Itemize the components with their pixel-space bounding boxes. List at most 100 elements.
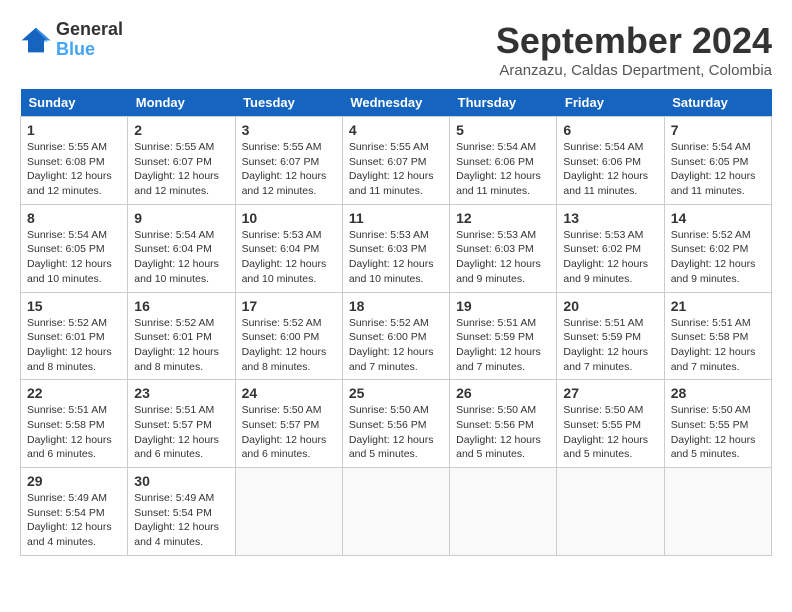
day-number: 6 bbox=[563, 122, 657, 138]
day-number: 20 bbox=[563, 298, 657, 314]
day-detail: Sunrise: 5:55 AMSunset: 6:07 PMDaylight:… bbox=[242, 140, 336, 199]
day-detail: Sunrise: 5:53 AMSunset: 6:03 PMDaylight:… bbox=[349, 228, 443, 287]
header-friday: Friday bbox=[557, 89, 664, 117]
day-detail: Sunrise: 5:51 AMSunset: 5:58 PMDaylight:… bbox=[671, 316, 765, 375]
day-number: 9 bbox=[134, 210, 228, 226]
day-detail: Sunrise: 5:54 AMSunset: 6:05 PMDaylight:… bbox=[671, 140, 765, 199]
calendar-cell: 23 Sunrise: 5:51 AMSunset: 5:57 PMDayligh… bbox=[128, 380, 235, 468]
calendar-cell: 14Sunrise: 5:52 AMSunset: 6:02 PMDayligh… bbox=[664, 204, 771, 292]
calendar-cell: 24 Sunrise: 5:50 AMSunset: 5:57 PMDayligh… bbox=[235, 380, 342, 468]
calendar-cell: 25 Sunrise: 5:50 AMSunset: 5:56 PMDayligh… bbox=[342, 380, 449, 468]
header-monday: Monday bbox=[128, 89, 235, 117]
day-detail: Sunrise: 5:49 AMSunset: 5:54 PMDaylight:… bbox=[27, 491, 121, 550]
day-number: 13 bbox=[563, 210, 657, 226]
calendar-cell: 30 Sunrise: 5:49 AMSunset: 5:54 PMDayligh… bbox=[128, 468, 235, 556]
day-detail: Sunrise: 5:50 AMSunset: 5:55 PMDaylight:… bbox=[671, 403, 765, 462]
calendar-cell: 19 Sunrise: 5:51 AMSunset: 5:59 PMDayligh… bbox=[450, 292, 557, 380]
day-detail: Sunrise: 5:49 AMSunset: 5:54 PMDaylight:… bbox=[134, 491, 228, 550]
calendar-cell: 28 Sunrise: 5:50 AMSunset: 5:55 PMDayligh… bbox=[664, 380, 771, 468]
calendar-cell: 2Sunrise: 5:55 AMSunset: 6:07 PMDaylight… bbox=[128, 117, 235, 205]
day-detail: Sunrise: 5:50 AMSunset: 5:56 PMDaylight:… bbox=[456, 403, 550, 462]
day-detail: Sunrise: 5:51 AMSunset: 5:59 PMDaylight:… bbox=[456, 316, 550, 375]
calendar-week-2: 15 Sunrise: 5:52 AMSunset: 6:01 PMDayligh… bbox=[21, 292, 772, 380]
day-number: 12 bbox=[456, 210, 550, 226]
logo-text: General Blue bbox=[56, 20, 123, 60]
calendar-week-1: 8 Sunrise: 5:54 AMSunset: 6:05 PMDaylight… bbox=[21, 204, 772, 292]
calendar-cell: 22 Sunrise: 5:51 AMSunset: 5:58 PMDayligh… bbox=[21, 380, 128, 468]
day-number: 7 bbox=[671, 122, 765, 138]
header-saturday: Saturday bbox=[664, 89, 771, 117]
day-detail: Sunrise: 5:53 AMSunset: 6:04 PMDaylight:… bbox=[242, 228, 336, 287]
day-number: 15 bbox=[27, 298, 121, 314]
day-detail: Sunrise: 5:54 AMSunset: 6:06 PMDaylight:… bbox=[456, 140, 550, 199]
day-detail: Sunrise: 5:54 AMSunset: 6:04 PMDaylight:… bbox=[134, 228, 228, 287]
calendar-cell bbox=[557, 468, 664, 556]
calendar-cell bbox=[450, 468, 557, 556]
calendar-cell: 17Sunrise: 5:52 AMSunset: 6:00 PMDayligh… bbox=[235, 292, 342, 380]
day-detail: Sunrise: 5:51 AMSunset: 5:59 PMDaylight:… bbox=[563, 316, 657, 375]
calendar-cell: 7 Sunrise: 5:54 AMSunset: 6:05 PMDaylight… bbox=[664, 117, 771, 205]
day-detail: Sunrise: 5:52 AMSunset: 6:01 PMDaylight:… bbox=[134, 316, 228, 375]
day-number: 30 bbox=[134, 473, 228, 489]
day-number: 25 bbox=[349, 385, 443, 401]
header-thursday: Thursday bbox=[450, 89, 557, 117]
day-detail: Sunrise: 5:50 AMSunset: 5:55 PMDaylight:… bbox=[563, 403, 657, 462]
day-number: 14 bbox=[671, 210, 765, 226]
day-number: 4 bbox=[349, 122, 443, 138]
calendar-cell: 4 Sunrise: 5:55 AMSunset: 6:07 PMDaylight… bbox=[342, 117, 449, 205]
calendar-table: SundayMondayTuesdayWednesdayThursdayFrid… bbox=[20, 89, 772, 556]
day-number: 8 bbox=[27, 210, 121, 226]
header: General Blue September 2024 Aranzazu, Ca… bbox=[20, 20, 772, 79]
calendar-cell bbox=[235, 468, 342, 556]
day-number: 29 bbox=[27, 473, 121, 489]
day-detail: Sunrise: 5:52 AMSunset: 6:01 PMDaylight:… bbox=[27, 316, 121, 375]
calendar-cell bbox=[664, 468, 771, 556]
day-number: 18 bbox=[349, 298, 443, 314]
calendar-cell: 27 Sunrise: 5:50 AMSunset: 5:55 PMDayligh… bbox=[557, 380, 664, 468]
day-number: 17 bbox=[242, 298, 336, 314]
calendar-cell: 11 Sunrise: 5:53 AMSunset: 6:03 PMDayligh… bbox=[342, 204, 449, 292]
day-detail: Sunrise: 5:54 AMSunset: 6:05 PMDaylight:… bbox=[27, 228, 121, 287]
day-number: 24 bbox=[242, 385, 336, 401]
day-number: 3 bbox=[242, 122, 336, 138]
header-wednesday: Wednesday bbox=[342, 89, 449, 117]
day-number: 2 bbox=[134, 122, 228, 138]
calendar-cell: 29 Sunrise: 5:49 AMSunset: 5:54 PMDayligh… bbox=[21, 468, 128, 556]
logo: General Blue bbox=[20, 20, 123, 60]
day-detail: Sunrise: 5:53 AMSunset: 6:03 PMDaylight:… bbox=[456, 228, 550, 287]
calendar-cell bbox=[342, 468, 449, 556]
calendar-cell: 13Sunrise: 5:53 AMSunset: 6:02 PMDayligh… bbox=[557, 204, 664, 292]
location: Aranzazu, Caldas Department, Colombia bbox=[496, 62, 772, 79]
day-number: 19 bbox=[456, 298, 550, 314]
day-number: 28 bbox=[671, 385, 765, 401]
calendar-week-0: 1Sunrise: 5:55 AMSunset: 6:08 PMDaylight… bbox=[21, 117, 772, 205]
calendar-cell: 8 Sunrise: 5:54 AMSunset: 6:05 PMDaylight… bbox=[21, 204, 128, 292]
day-number: 27 bbox=[563, 385, 657, 401]
logo-icon bbox=[20, 26, 52, 54]
calendar-cell: 18 Sunrise: 5:52 AMSunset: 6:00 PMDayligh… bbox=[342, 292, 449, 380]
day-detail: Sunrise: 5:55 AMSunset: 6:07 PMDaylight:… bbox=[349, 140, 443, 199]
calendar-cell: 1Sunrise: 5:55 AMSunset: 6:08 PMDaylight… bbox=[21, 117, 128, 205]
day-number: 1 bbox=[27, 122, 121, 138]
calendar-week-3: 22 Sunrise: 5:51 AMSunset: 5:58 PMDayligh… bbox=[21, 380, 772, 468]
title-area: September 2024 Aranzazu, Caldas Departme… bbox=[496, 20, 772, 79]
day-detail: Sunrise: 5:50 AMSunset: 5:57 PMDaylight:… bbox=[242, 403, 336, 462]
day-number: 10 bbox=[242, 210, 336, 226]
day-number: 11 bbox=[349, 210, 443, 226]
day-detail: Sunrise: 5:54 AMSunset: 6:06 PMDaylight:… bbox=[563, 140, 657, 199]
month-title: September 2024 bbox=[496, 20, 772, 62]
calendar-cell: 15 Sunrise: 5:52 AMSunset: 6:01 PMDayligh… bbox=[21, 292, 128, 380]
header-sunday: Sunday bbox=[21, 89, 128, 117]
calendar-week-4: 29 Sunrise: 5:49 AMSunset: 5:54 PMDayligh… bbox=[21, 468, 772, 556]
day-number: 23 bbox=[134, 385, 228, 401]
day-number: 26 bbox=[456, 385, 550, 401]
calendar-cell: 16Sunrise: 5:52 AMSunset: 6:01 PMDayligh… bbox=[128, 292, 235, 380]
day-detail: Sunrise: 5:52 AMSunset: 6:00 PMDaylight:… bbox=[349, 316, 443, 375]
day-detail: Sunrise: 5:50 AMSunset: 5:56 PMDaylight:… bbox=[349, 403, 443, 462]
calendar-cell: 6 Sunrise: 5:54 AMSunset: 6:06 PMDaylight… bbox=[557, 117, 664, 205]
calendar-cell: 9 Sunrise: 5:54 AMSunset: 6:04 PMDaylight… bbox=[128, 204, 235, 292]
calendar-cell: 20 Sunrise: 5:51 AMSunset: 5:59 PMDayligh… bbox=[557, 292, 664, 380]
day-detail: Sunrise: 5:51 AMSunset: 5:57 PMDaylight:… bbox=[134, 403, 228, 462]
day-number: 22 bbox=[27, 385, 121, 401]
day-detail: Sunrise: 5:51 AMSunset: 5:58 PMDaylight:… bbox=[27, 403, 121, 462]
